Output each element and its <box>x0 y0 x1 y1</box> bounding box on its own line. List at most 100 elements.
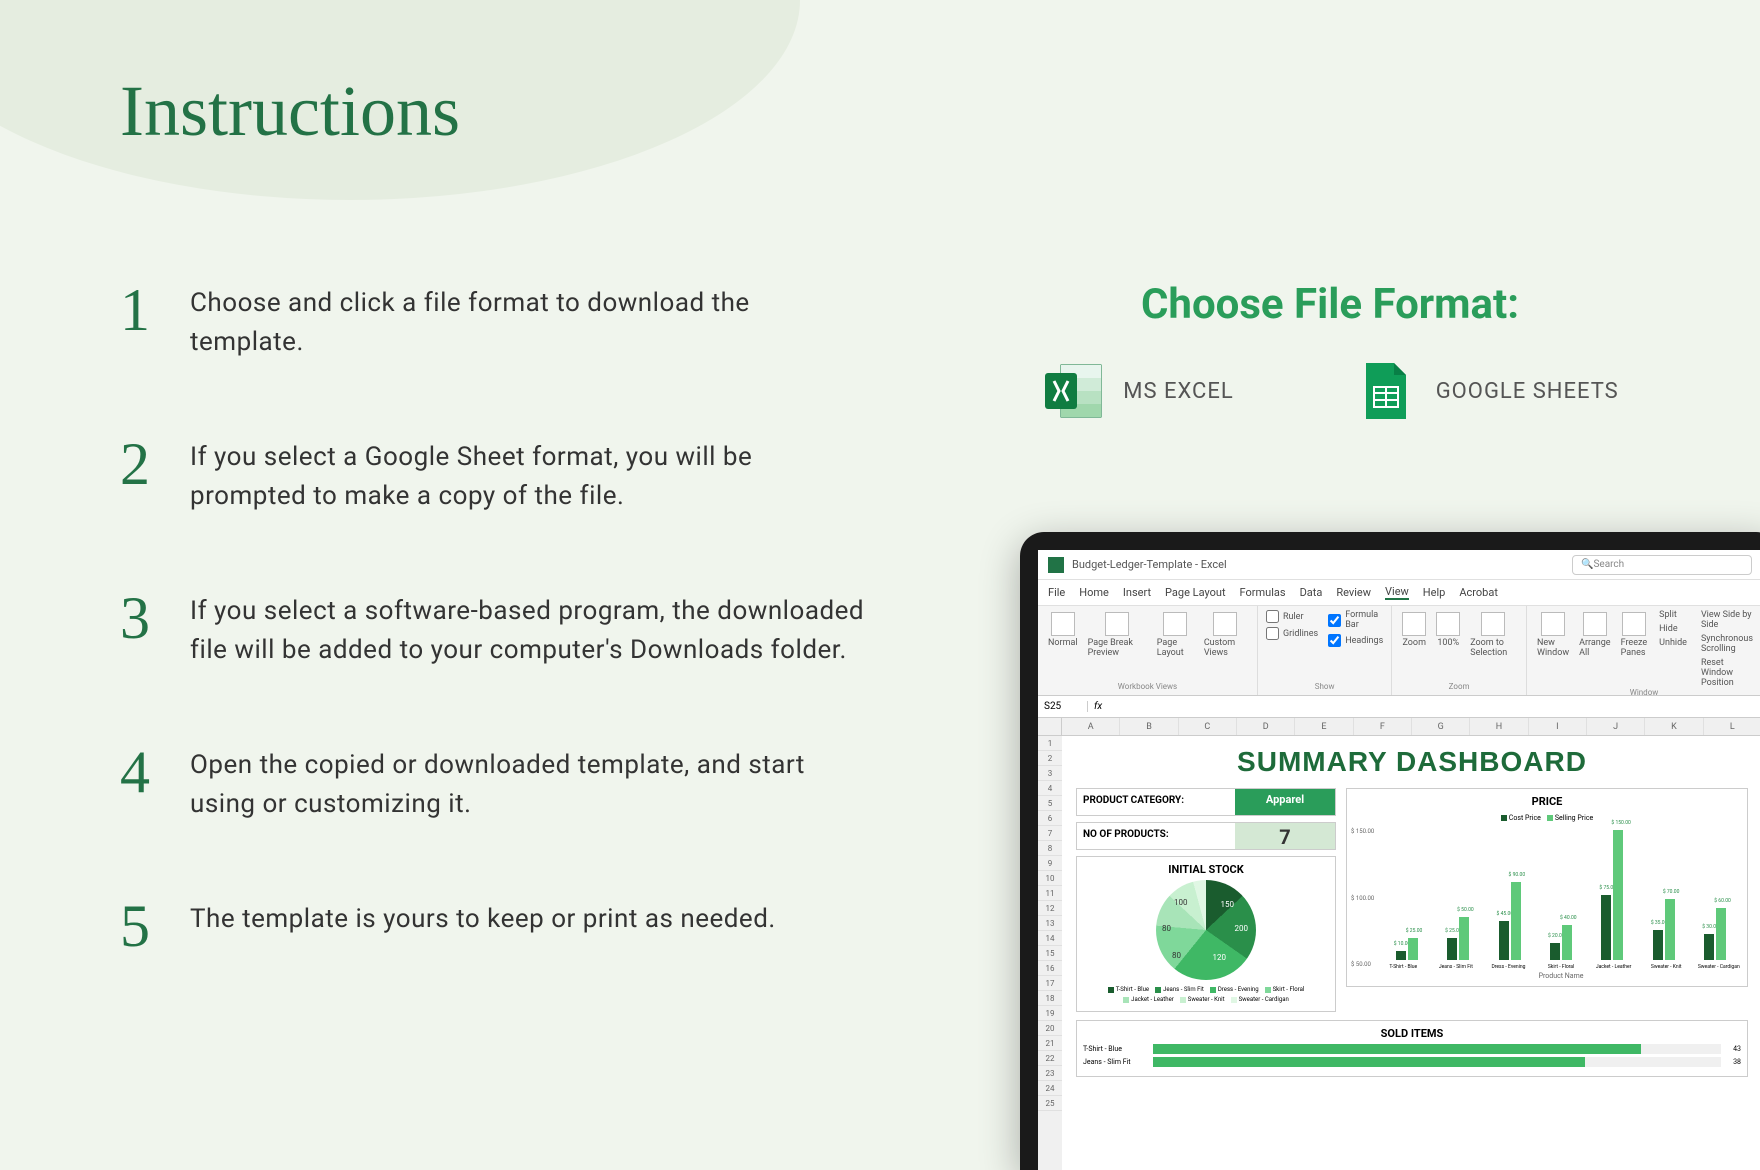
row-header[interactable]: 5 <box>1038 796 1062 811</box>
menu-acrobat[interactable]: Acrobat <box>1459 586 1498 599</box>
bar-data-label: $ 50.00 <box>1457 907 1474 913</box>
panel-initial-stock: INITIAL STOCK 150 200 120 80 100 80 <box>1076 856 1336 1012</box>
bar-sell: $ 50.00 <box>1459 917 1469 960</box>
products-value: 7 <box>1235 823 1335 849</box>
ribbon-page-break-button[interactable]: Page Break Preview <box>1086 610 1149 660</box>
row-header[interactable]: 24 <box>1038 1081 1062 1096</box>
ribbon-hide-button[interactable]: Hide <box>1659 624 1687 634</box>
menu-home[interactable]: Home <box>1079 586 1109 599</box>
check-headings[interactable]: Headings <box>1328 634 1383 647</box>
row-header[interactable]: 14 <box>1038 931 1062 946</box>
row-header[interactable]: 23 <box>1038 1066 1062 1081</box>
row-header[interactable]: 20 <box>1038 1021 1062 1036</box>
row-header[interactable]: 15 <box>1038 946 1062 961</box>
ribbon-view-side-button[interactable]: View Side by Side <box>1701 610 1753 630</box>
price-bar-chart: $ 10.00$ 25.00$ 25.00$ 50.00$ 45.00$ 90.… <box>1381 824 1741 964</box>
excel-menubar: File Home Insert Page Layout Formulas Da… <box>1038 580 1760 606</box>
step-number: 2 <box>120 434 180 494</box>
ribbon-zoom-selection-button[interactable]: Zoom to Selection <box>1468 610 1518 660</box>
bar-xlabel: Sweater - Knit <box>1644 964 1689 970</box>
ribbon-unhide-button[interactable]: Unhide <box>1659 638 1687 648</box>
row-header[interactable]: 16 <box>1038 961 1062 976</box>
excel-app-icon <box>1048 557 1064 573</box>
step-text: Choose and click a file format to downlo… <box>190 280 870 362</box>
row-header[interactable]: 8 <box>1038 841 1062 856</box>
ribbon-zoom-button[interactable]: Zoom <box>1400 610 1428 660</box>
ribbon-arrange-all-button[interactable]: Arrange All <box>1577 610 1613 688</box>
bar-group: $ 10.00$ 25.00 <box>1385 938 1428 960</box>
custom-views-icon <box>1213 612 1237 636</box>
menu-insert[interactable]: Insert <box>1123 586 1151 599</box>
menu-help[interactable]: Help <box>1423 586 1446 599</box>
cellref-bar: S25 fx <box>1038 696 1760 718</box>
menu-file[interactable]: File <box>1048 586 1065 599</box>
col-header[interactable]: B <box>1120 718 1178 735</box>
row-header[interactable]: 12 <box>1038 901 1062 916</box>
page-layout-icon <box>1163 612 1187 636</box>
ribbon-normal-button[interactable]: Normal <box>1046 610 1080 660</box>
col-header[interactable]: H <box>1470 718 1528 735</box>
price-legend: Cost Price Selling Price <box>1353 812 1741 824</box>
row-header[interactable]: 13 <box>1038 916 1062 931</box>
row-header[interactable]: 18 <box>1038 991 1062 1006</box>
bar-cost: $ 25.00 <box>1447 938 1457 960</box>
check-formula-bar[interactable]: Formula Bar <box>1328 610 1383 630</box>
bar-xlabel: T-Shirt - Blue <box>1381 964 1426 970</box>
col-header[interactable]: C <box>1179 718 1237 735</box>
row-header[interactable]: 6 <box>1038 811 1062 826</box>
row-header[interactable]: 19 <box>1038 1006 1062 1021</box>
axis-label: Product Name <box>1381 972 1741 980</box>
bar-cost: $ 20.00 <box>1550 943 1560 960</box>
sold-bar-row: T-Shirt - Blue43 <box>1083 1044 1741 1054</box>
bar-group: $ 75.00$ 150.00 <box>1591 830 1634 960</box>
col-header[interactable]: I <box>1529 718 1587 735</box>
ribbon-reset-window-button[interactable]: Reset Window Position <box>1701 658 1753 688</box>
col-header[interactable]: D <box>1237 718 1295 735</box>
check-gridlines[interactable]: Gridlines <box>1266 627 1318 640</box>
row-header[interactable]: 4 <box>1038 781 1062 796</box>
ribbon-split-button[interactable]: Split <box>1659 610 1687 620</box>
ribbon-100-button[interactable]: 100% <box>1434 610 1462 660</box>
check-ruler[interactable]: Ruler <box>1266 610 1318 623</box>
cell-reference[interactable]: S25 <box>1038 701 1088 712</box>
normal-view-icon <box>1051 612 1075 636</box>
col-header[interactable]: A <box>1062 718 1120 735</box>
legend-swatch <box>1155 987 1161 993</box>
row-header[interactable]: 1 <box>1038 736 1062 751</box>
row-header[interactable]: 9 <box>1038 856 1062 871</box>
ribbon-new-window-button[interactable]: New Window <box>1535 610 1571 688</box>
col-header[interactable]: G <box>1412 718 1470 735</box>
row-header[interactable]: 21 <box>1038 1036 1062 1051</box>
menu-page-layout[interactable]: Page Layout <box>1165 586 1226 599</box>
col-header[interactable]: E <box>1295 718 1353 735</box>
format-option-excel[interactable]: MS EXCEL <box>1041 359 1233 423</box>
bar-group: $ 45.00$ 90.00 <box>1488 882 1531 960</box>
col-header[interactable]: L <box>1704 718 1760 735</box>
row-header[interactable]: 3 <box>1038 766 1062 781</box>
format-option-sheets[interactable]: GOOGLE SHEETS <box>1354 359 1619 423</box>
row-header[interactable]: 10 <box>1038 871 1062 886</box>
row-header[interactable]: 11 <box>1038 886 1062 901</box>
row-header[interactable]: 17 <box>1038 976 1062 991</box>
menu-data[interactable]: Data <box>1300 586 1323 599</box>
excel-titlebar: Budget-Ledger-Template - Excel 🔍 Search <box>1038 550 1760 580</box>
row-header[interactable]: 7 <box>1038 826 1062 841</box>
ribbon-custom-views-button[interactable]: Custom Views <box>1202 610 1249 660</box>
search-input[interactable]: 🔍 Search <box>1572 555 1752 575</box>
search-placeholder: Search <box>1593 559 1624 570</box>
col-header[interactable]: J <box>1587 718 1645 735</box>
row-header[interactable]: 2 <box>1038 751 1062 766</box>
select-all-corner[interactable] <box>1038 718 1062 735</box>
row-header[interactable]: 22 <box>1038 1051 1062 1066</box>
row-header[interactable]: 25 <box>1038 1096 1062 1111</box>
ribbon-sync-scroll-button[interactable]: Synchronous Scrolling <box>1701 634 1753 654</box>
menu-view[interactable]: View <box>1385 585 1409 600</box>
col-header[interactable]: K <box>1645 718 1703 735</box>
menu-review[interactable]: Review <box>1336 586 1371 599</box>
menu-formulas[interactable]: Formulas <box>1240 586 1286 599</box>
bar-cost: $ 30.00 <box>1704 934 1714 960</box>
ribbon-page-layout-button[interactable]: Page Layout <box>1155 610 1196 660</box>
ribbon-freeze-panes-button[interactable]: Freeze Panes <box>1619 610 1650 688</box>
col-header[interactable]: F <box>1354 718 1412 735</box>
bar-group: $ 35.00$ 70.00 <box>1642 899 1685 960</box>
